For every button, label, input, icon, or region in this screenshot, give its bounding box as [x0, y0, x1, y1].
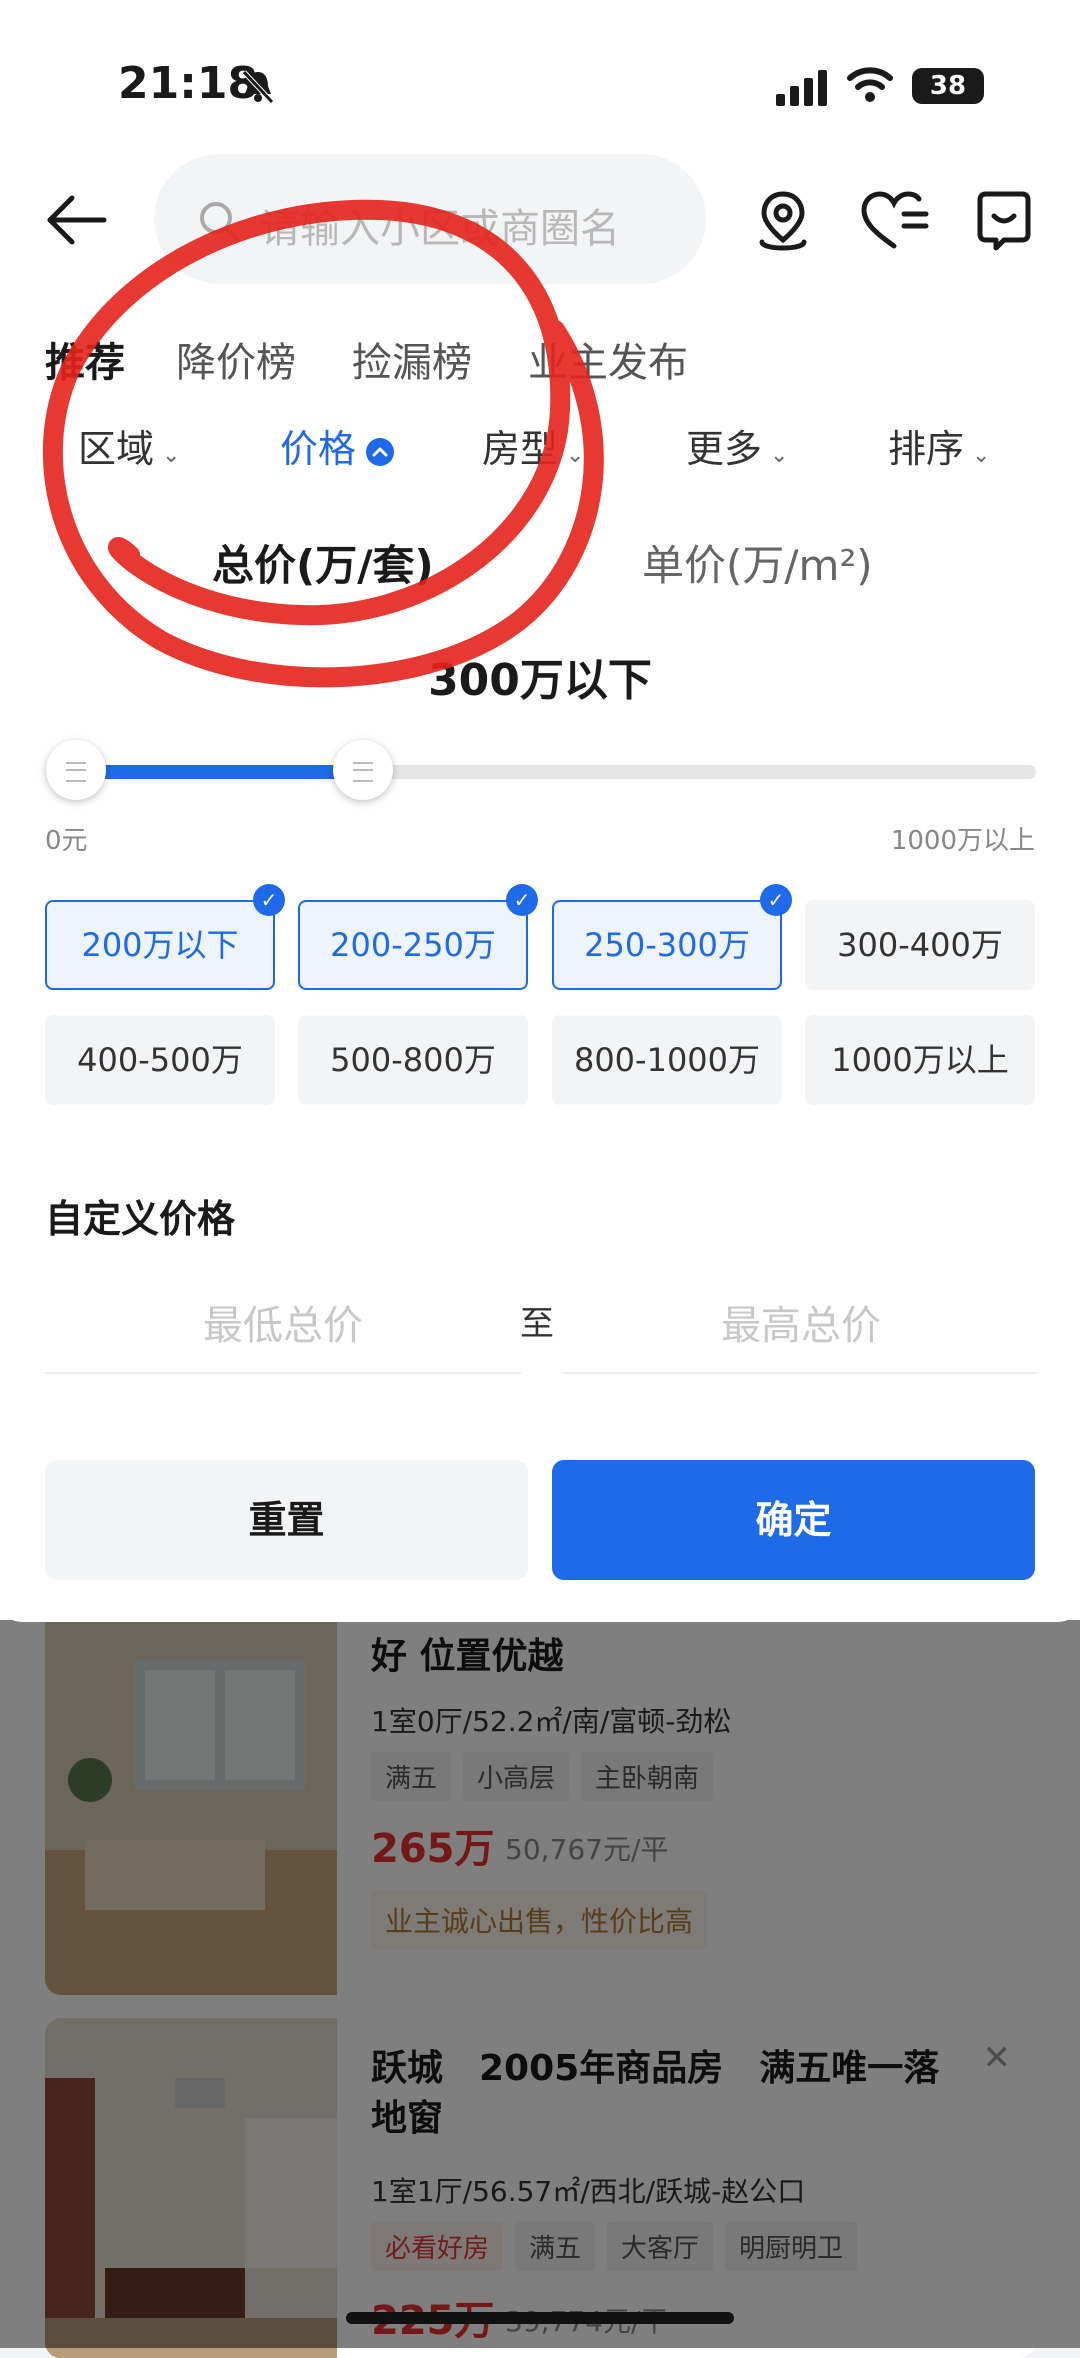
price-chip[interactable]: 200-250万 ✓: [298, 884, 538, 990]
price-filter-panel: 21:18 38 请输入小区或商圈名 推荐 降价榜 捡漏榜 业主发布 区域 ⌄ …: [0, 0, 1080, 1622]
price-chip-label: 200万以下: [81, 926, 239, 964]
selected-range-label: 300万以下: [428, 655, 652, 706]
topic-bargain[interactable]: 捡漏榜: [352, 330, 472, 388]
location-pin-icon[interactable]: [752, 188, 814, 254]
signal-icon: [776, 70, 827, 106]
reset-button[interactable]: 重置: [45, 1460, 528, 1580]
search-bar[interactable]: 请输入小区或商圈名: [154, 154, 706, 284]
price-chip[interactable]: 400-500万: [45, 1015, 275, 1105]
price-chip-label: 1000万以上: [831, 1041, 1009, 1079]
min-price-input[interactable]: [45, 1280, 521, 1374]
home-indicator: [346, 2312, 734, 2324]
filter-label: 排序: [888, 427, 965, 471]
search-input[interactable]: 请输入小区或商圈名: [260, 196, 620, 254]
chevron-down-icon: ⌄: [162, 443, 181, 468]
dim-overlay[interactable]: [0, 1620, 1080, 2348]
slider-max-handle[interactable]: [333, 740, 393, 800]
message-icon[interactable]: [974, 190, 1034, 252]
filter-label: 更多: [686, 427, 763, 471]
price-slider-fill: [74, 765, 363, 779]
tab-unit-price[interactable]: 单价(万/m²): [642, 532, 873, 593]
price-chip[interactable]: 500-800万: [298, 1015, 528, 1105]
chevron-up-icon: [366, 437, 395, 466]
price-chip[interactable]: 250-300万 ✓: [552, 884, 792, 990]
filter-price[interactable]: 价格: [280, 418, 395, 473]
topic-recommend[interactable]: 推荐: [45, 330, 125, 388]
check-icon: ✓: [253, 884, 285, 916]
favorites-heart-icon[interactable]: [860, 190, 930, 252]
chevron-down-icon: ⌄: [972, 443, 991, 468]
topic-price-drop[interactable]: 降价榜: [176, 330, 296, 388]
price-chip[interactable]: 200万以下 ✓: [45, 884, 285, 990]
custom-price-title: 自定义价格: [45, 1197, 236, 1241]
max-price-input[interactable]: [563, 1280, 1039, 1374]
filter-label: 区域: [78, 427, 155, 471]
price-chip[interactable]: 300-400万: [805, 900, 1035, 990]
confirm-button[interactable]: 确定: [552, 1460, 1035, 1580]
wifi-icon: [847, 67, 893, 102]
price-chip[interactable]: 1000万以上: [805, 1015, 1035, 1105]
slider-max-label: 1000万以上: [890, 826, 1035, 856]
price-slider-track[interactable]: [74, 765, 1036, 779]
filter-area[interactable]: 区域 ⌄: [78, 418, 180, 473]
price-chip-label: 300-400万: [837, 926, 1003, 964]
range-separator: 至: [520, 1304, 554, 1344]
check-icon: ✓: [506, 884, 538, 916]
filter-sort[interactable]: 排序 ⌄: [888, 418, 990, 473]
mute-bell-icon: [242, 70, 274, 104]
price-chip[interactable]: 800-1000万: [552, 1015, 782, 1105]
chevron-down-icon: ⌄: [770, 443, 789, 468]
battery-icon: 38: [912, 68, 984, 104]
price-chip-label: 400-500万: [77, 1041, 243, 1079]
topic-owner-listing[interactable]: 业主发布: [528, 330, 688, 388]
filter-room-type[interactable]: 房型 ⌄: [482, 418, 584, 473]
slider-min-label: 0元: [45, 826, 88, 856]
search-icon: [200, 202, 240, 242]
tab-total-price[interactable]: 总价(万/套): [212, 532, 434, 593]
chevron-down-icon: ⌄: [566, 443, 585, 468]
slider-min-handle[interactable]: [46, 740, 106, 800]
price-chip-label: 200-250万: [330, 926, 496, 964]
check-icon: ✓: [760, 884, 792, 916]
back-arrow-icon[interactable]: [44, 190, 108, 250]
price-chip-label: 800-1000万: [573, 1041, 761, 1079]
filter-label: 价格: [280, 427, 357, 471]
price-chip-label: 250-300万: [584, 926, 750, 964]
price-chip-label: 500-800万: [330, 1041, 496, 1079]
filter-label: 房型: [482, 427, 559, 471]
filter-more[interactable]: 更多 ⌄: [686, 418, 788, 473]
